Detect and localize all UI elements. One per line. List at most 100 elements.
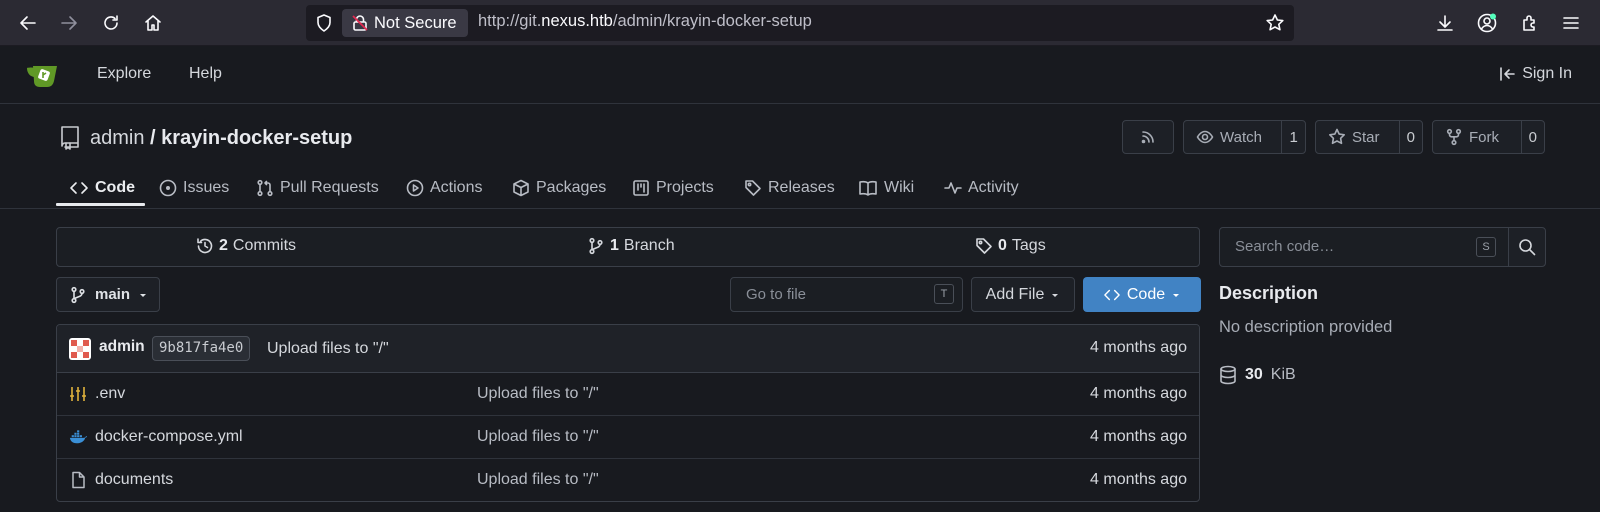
active-tab-indicator <box>56 203 145 206</box>
issue-icon <box>159 179 177 197</box>
search-icon <box>1519 239 1536 256</box>
url-prefix: http://git. <box>478 12 542 30</box>
gitea-tea-icon <box>27 66 57 87</box>
settings-file-icon <box>70 387 86 401</box>
repo-name-link[interactable]: krayin-docker-setup <box>161 127 352 149</box>
hamburger-icon <box>1563 17 1579 29</box>
clone-code-button[interactable]: Code <box>1083 277 1201 312</box>
extensions-button[interactable] <box>1515 8 1545 38</box>
database-icon <box>1220 365 1236 385</box>
url-path: /admin/krayin-docker-setup <box>612 12 812 30</box>
tab-actions[interactable]: Actions <box>406 170 482 206</box>
bookmark-star-icon[interactable] <box>1265 13 1285 33</box>
search-shortcut: S <box>1476 237 1496 257</box>
watch-button[interactable]: Watch 1 <box>1183 120 1306 154</box>
add-file-label: Add File <box>985 285 1045 303</box>
fork-button[interactable]: Fork 0 <box>1432 120 1545 154</box>
latest-commit-row: admin 9b817fa4e0 Upload files to "/" 4 m… <box>57 325 1199 373</box>
table-row: .env Upload files to "/" 4 months ago <box>57 373 1199 416</box>
size-value: 30 <box>1245 366 1263 383</box>
downloads-button[interactable] <box>1430 8 1460 38</box>
menu-button[interactable] <box>1556 8 1586 38</box>
branch-name: main <box>95 286 131 303</box>
tab-packages[interactable]: Packages <box>512 170 606 206</box>
tab-pull-requests[interactable]: Pull Requests <box>256 170 379 206</box>
fork-label: Fork <box>1469 128 1499 146</box>
commit-sha-badge[interactable]: 9b817fa4e0 <box>152 336 251 361</box>
add-file-button[interactable]: Add File <box>971 277 1075 312</box>
tab-releases[interactable]: Releases <box>744 170 835 206</box>
commit-age: 4 months ago <box>1090 339 1187 356</box>
star-icon <box>1329 128 1345 145</box>
forward-button[interactable] <box>54 8 84 38</box>
arrow-right-icon <box>61 16 77 30</box>
table-row: documents Upload files to "/" 4 months a… <box>57 459 1199 501</box>
tab-label: Issues <box>183 179 230 196</box>
description-heading: Description <box>1219 283 1319 303</box>
tags-label: Tags <box>1011 237 1046 254</box>
go-to-file-placeholder: Go to file <box>746 286 807 303</box>
home-icon <box>145 15 161 31</box>
tab-wiki[interactable]: Wiki <box>858 170 914 206</box>
sign-in-icon <box>1500 67 1515 81</box>
file-commit-message[interactable]: Upload files to "/" <box>477 385 599 403</box>
commit-message[interactable]: Upload files to "/" <box>267 340 389 358</box>
star-button[interactable]: Star 0 <box>1315 120 1423 154</box>
url-text[interactable]: http://git.nexus.htb/admin/krayin-docker… <box>478 12 812 31</box>
tags-link[interactable]: 0 Tags <box>975 237 1046 255</box>
tab-label: Projects <box>656 179 714 196</box>
repo-owner-link[interactable]: admin <box>90 127 144 149</box>
commits-link[interactable]: 2 Commits <box>196 237 296 255</box>
file-age: 4 months ago <box>1090 428 1187 445</box>
table-row: docker-compose.yml Upload files to "/" 4… <box>57 416 1199 459</box>
file-name[interactable]: docker-compose.yml <box>95 428 243 446</box>
watch-count[interactable]: 1 <box>1281 121 1305 153</box>
avatar[interactable] <box>69 338 91 360</box>
file-name[interactable]: .env <box>95 385 125 403</box>
rss-button[interactable] <box>1122 120 1174 154</box>
branch-selector[interactable]: main <box>56 277 160 312</box>
account-button[interactable] <box>1472 8 1502 38</box>
file-commit-message[interactable]: Upload files to "/" <box>477 471 599 489</box>
shield-icon[interactable] <box>314 13 334 33</box>
pull-request-icon <box>257 179 273 197</box>
tab-label: Code <box>95 179 135 196</box>
sign-in-link[interactable]: Sign In <box>1498 65 1572 83</box>
tag-icon <box>745 180 761 196</box>
tabs-divider <box>0 208 1600 209</box>
search-code-input[interactable]: Search code… S <box>1219 227 1509 267</box>
code-icon <box>70 182 88 194</box>
fork-icon <box>1446 128 1462 146</box>
tab-label: Activity <box>968 179 1019 196</box>
file-name[interactable]: documents <box>95 471 173 489</box>
branch-count: 1 <box>610 237 619 254</box>
file-commit-message[interactable]: Upload files to "/" <box>477 428 599 446</box>
history-icon <box>197 238 213 254</box>
back-button[interactable] <box>13 8 43 38</box>
star-count[interactable]: 0 <box>1398 121 1422 153</box>
go-to-file-input[interactable]: Go to file T <box>730 277 963 312</box>
tags-count: 0 <box>998 237 1007 254</box>
tab-projects[interactable]: Projects <box>632 170 714 206</box>
watch-label: Watch <box>1220 128 1262 146</box>
reload-button[interactable] <box>96 8 126 38</box>
commit-author[interactable]: admin <box>99 338 145 356</box>
gitea-logo[interactable] <box>25 60 63 90</box>
tab-issues[interactable]: Issues <box>159 170 229 206</box>
not-secure-label: Not Secure <box>374 13 457 32</box>
nav-help[interactable]: Help <box>189 65 222 83</box>
go-to-file-shortcut: T <box>934 284 954 304</box>
search-button[interactable] <box>1508 227 1546 267</box>
tab-label: Releases <box>768 179 835 196</box>
branches-link[interactable]: 1 Branch <box>587 237 675 255</box>
not-secure-badge[interactable]: Not Secure <box>342 9 468 37</box>
caret-down-icon <box>140 293 147 297</box>
repo-stats-bar: 2 Commits 1 Branch 0 Tags <box>56 227 1200 267</box>
insecure-lock-icon <box>352 15 368 31</box>
fork-count[interactable]: 0 <box>1520 121 1545 153</box>
tab-activity[interactable]: Activity <box>944 170 1019 206</box>
description-value: No description provided <box>1219 318 1393 336</box>
home-button[interactable] <box>138 8 168 38</box>
nav-explore[interactable]: Explore <box>97 65 151 83</box>
tab-code[interactable]: Code <box>69 170 135 206</box>
